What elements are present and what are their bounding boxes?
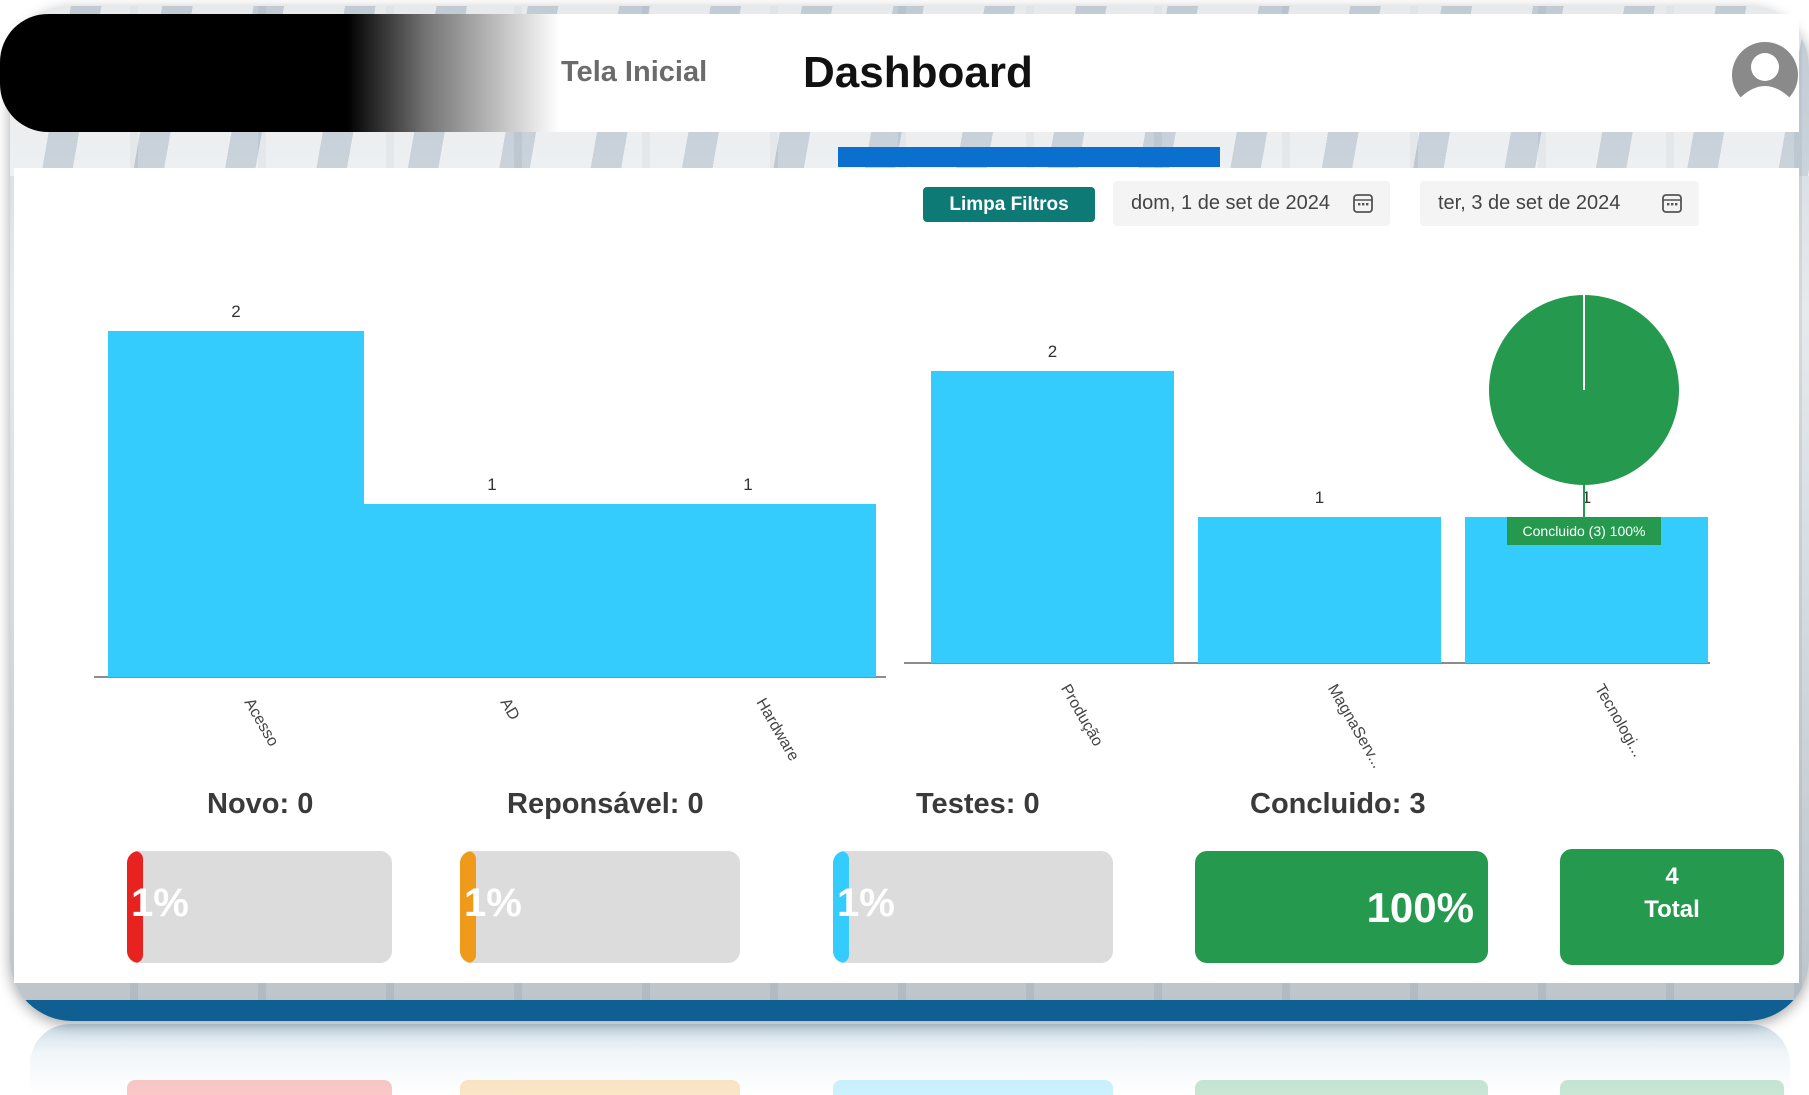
footer-band — [10, 1000, 1809, 1021]
progress-text-novo: 1% — [131, 881, 189, 925]
chart-1-bar — [620, 504, 876, 677]
chart-1-tick-label: AD — [497, 696, 523, 724]
progress-card-responsavel: 1% — [460, 851, 740, 963]
reflection-decoration — [127, 1080, 392, 1095]
reflection-decoration — [1195, 1080, 1488, 1095]
reflection-decoration — [833, 1080, 1113, 1095]
chart-1-tick-label: Acesso — [241, 696, 282, 750]
progress-text-responsavel: 1% — [464, 881, 522, 925]
chart-2-bar — [1198, 517, 1441, 663]
chart-1-tick-label: Hardware — [753, 696, 802, 765]
progress-text-testes: 1% — [837, 881, 895, 925]
chart-2-tick-label: Tecnologi... — [1591, 682, 1646, 761]
total-label: Total — [1644, 896, 1700, 923]
total-card: 4 Total — [1560, 849, 1784, 965]
chart-2-data-label: 2 — [1048, 342, 1057, 361]
stat-concluido-label: Concluido: 3 — [1250, 788, 1426, 820]
progress-text-concluido: 100% — [1366, 884, 1474, 931]
stat-novo-label: Novo: 0 — [207, 788, 314, 820]
chart-1-data-label: 1 — [743, 475, 752, 494]
chart-1-bar — [108, 331, 364, 677]
progress-card-novo: 1% — [127, 851, 392, 963]
chart-2-bar — [931, 371, 1174, 663]
pie-slice-label: Concluido (3) 100% — [1523, 523, 1646, 539]
total-value: 4 — [1665, 863, 1679, 890]
chart-1-bar — [364, 504, 620, 677]
charts-area: 2 Acesso 1 AD 1 Hardware 2 Produção 1 MagnaServ..… — [94, 295, 1710, 772]
progress-card-concluido: 100% — [1195, 851, 1488, 963]
reflection-decoration — [1560, 1080, 1784, 1095]
chart-2-tick-label: Produção — [1057, 682, 1106, 750]
reflection-decoration — [460, 1080, 740, 1095]
chart-2-tick-label: MagnaServ... — [1324, 682, 1386, 772]
stat-testes-label: Testes: 0 — [916, 788, 1040, 820]
stat-responsavel-label: Reponsável: 0 — [507, 788, 704, 820]
chart-1-data-label: 1 — [487, 475, 496, 494]
progress-card-testes: 1% — [833, 851, 1113, 963]
chart-2-data-label: 1 — [1315, 488, 1324, 507]
chart-1-data-label: 2 — [231, 302, 240, 321]
